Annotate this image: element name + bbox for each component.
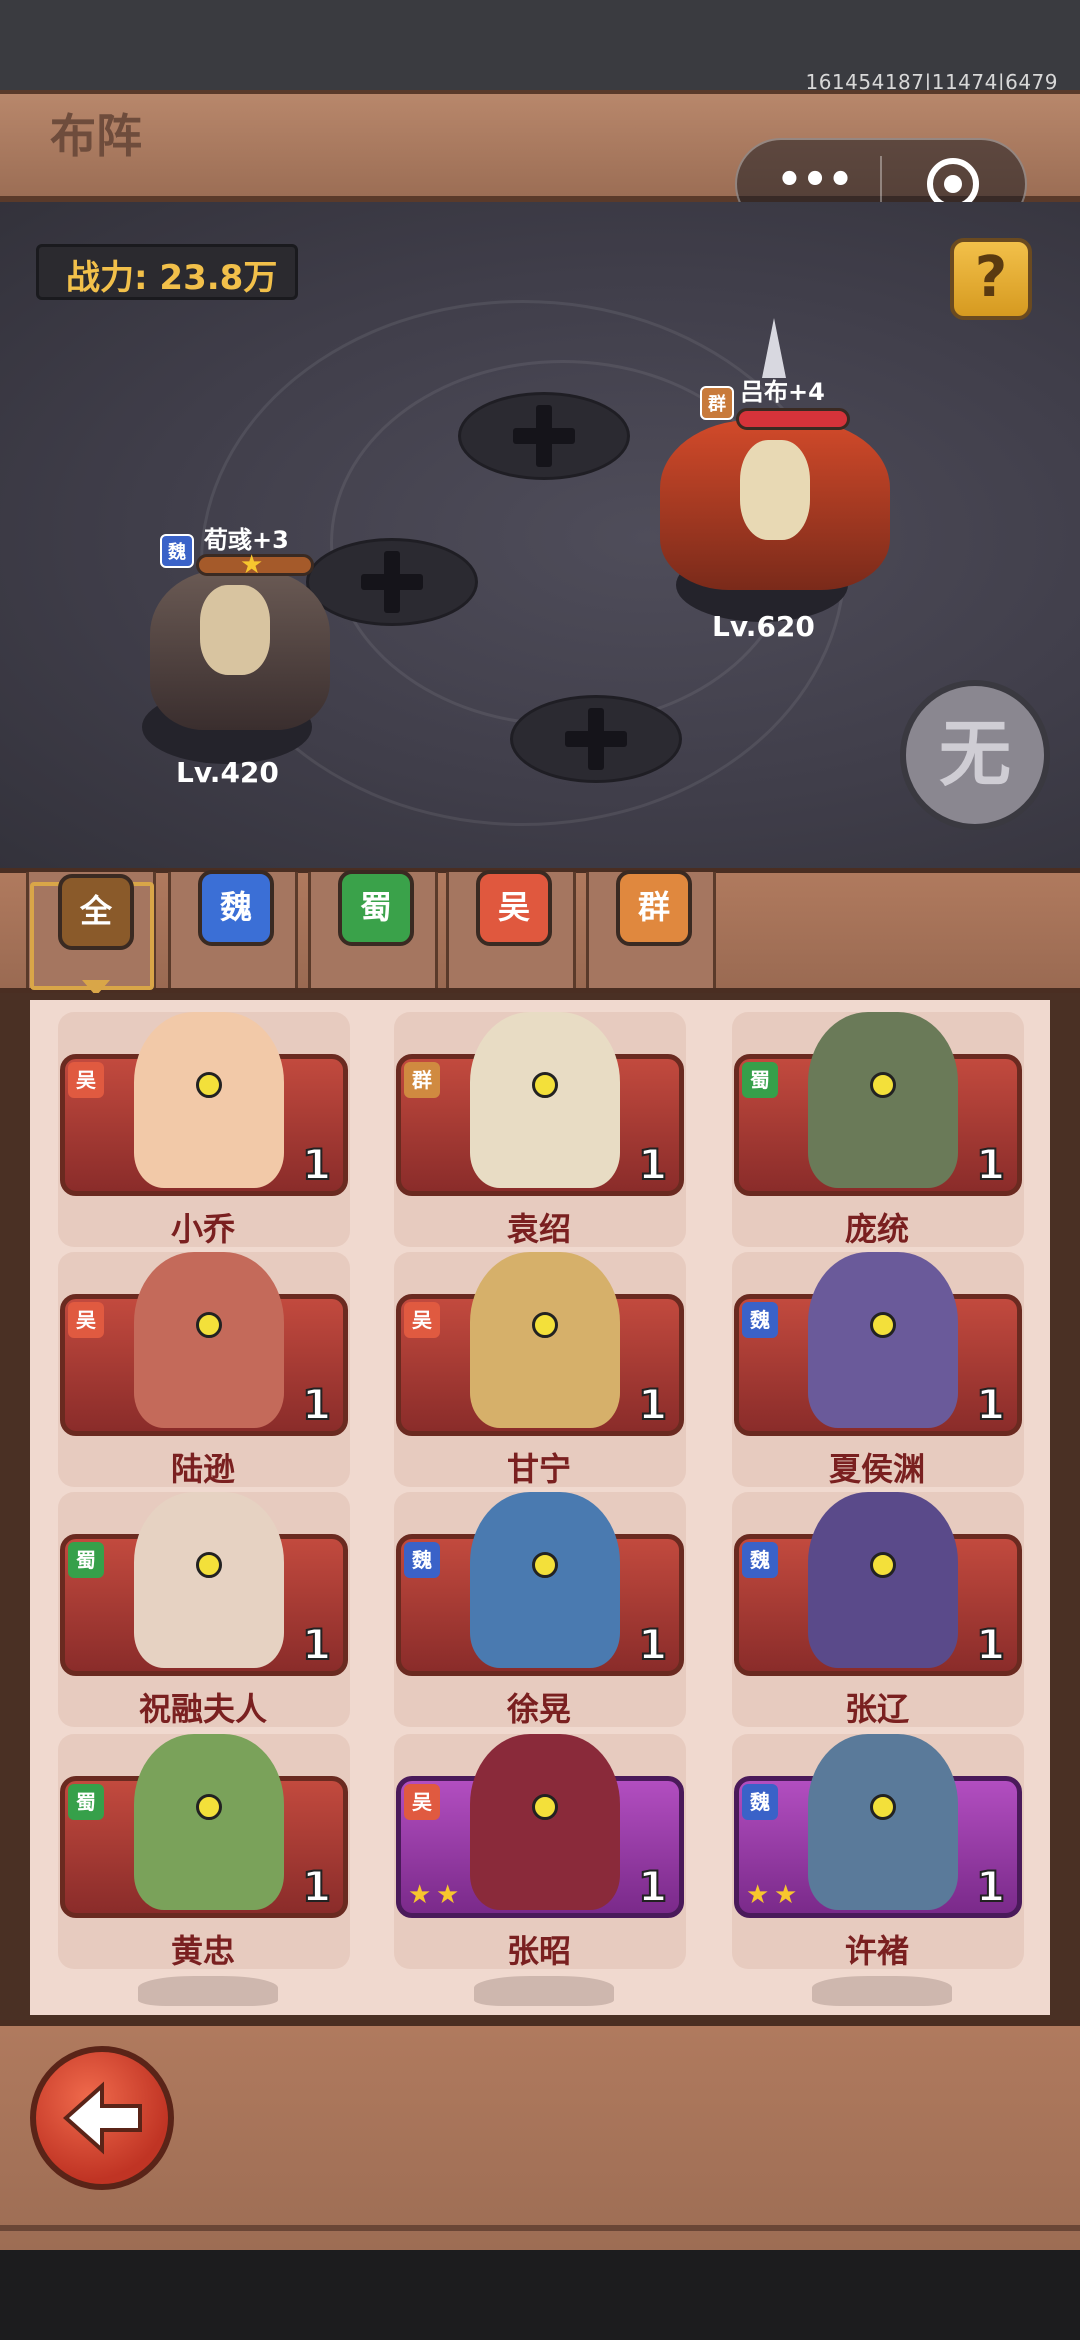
hero-eye-icon <box>870 1072 896 1098</box>
hero-card-partial <box>138 1976 278 2006</box>
formation-skill-button[interactable]: 无 <box>900 680 1050 830</box>
hero-eye-icon <box>532 1072 558 1098</box>
hero-portrait <box>470 1012 620 1188</box>
spear-tip-icon <box>762 318 786 378</box>
hero-xunyu-face <box>200 585 270 675</box>
hero-portrait <box>134 1252 284 1428</box>
card-faction-badge: 魏 <box>742 1784 778 1820</box>
hero-eye-icon <box>532 1552 558 1578</box>
hero-eye-icon <box>196 1072 222 1098</box>
tab-all[interactable]: 全 <box>58 874 134 950</box>
page-title: 布阵 <box>50 109 142 163</box>
system-nav-area <box>0 2250 1080 2340</box>
hero-portrait <box>470 1492 620 1668</box>
hero-eye-icon <box>196 1794 222 1820</box>
tab-qun[interactable]: 群 <box>616 870 692 946</box>
card-count: 1 <box>637 1379 668 1430</box>
hero-portrait <box>134 1012 284 1188</box>
card-hero-name: 庞统 <box>844 1210 909 1248</box>
tab-wei[interactable]: 魏 <box>198 870 274 946</box>
card-faction-badge: 魏 <box>742 1302 778 1338</box>
hero-eye-icon <box>532 1794 558 1820</box>
star-icon: ★ <box>240 550 264 580</box>
card-faction-badge: 魏 <box>742 1542 778 1578</box>
hero-level: Lv.420 <box>176 756 279 789</box>
card-faction-badge: 吴 <box>404 1302 440 1338</box>
tab-shu[interactable]: 蜀 <box>338 870 414 946</box>
card-count: 1 <box>975 1139 1006 1190</box>
card-faction-badge: 蜀 <box>68 1784 104 1820</box>
bottom-divider <box>0 2225 1080 2231</box>
card-hero-name: 袁绍 <box>506 1210 571 1248</box>
hero-portrait <box>134 1492 284 1668</box>
card-hero-name: 徐晃 <box>506 1690 571 1728</box>
hero-eye-icon <box>870 1552 896 1578</box>
hero-portrait <box>808 1492 958 1668</box>
formation-slot-empty[interactable] <box>458 392 630 480</box>
hero-faction-badge: 群 <box>700 386 734 420</box>
hero-lubu-face <box>740 440 810 540</box>
hero-portrait <box>134 1734 284 1910</box>
card-hero-name: 夏侯渊 <box>828 1450 925 1488</box>
formation-slot-empty[interactable] <box>306 538 478 626</box>
back-button[interactable] <box>30 2046 174 2190</box>
card-hero-name: 甘宁 <box>506 1450 571 1488</box>
card-count: 1 <box>637 1861 668 1912</box>
card-count: 1 <box>301 1619 332 1670</box>
formation-slot-empty[interactable] <box>510 695 682 783</box>
card-faction-badge: 群 <box>404 1062 440 1098</box>
hero-eye-icon <box>532 1312 558 1338</box>
star-icon: ★ <box>436 1880 460 1910</box>
hero-level: Lv.620 <box>712 610 815 643</box>
card-hero-name: 黄忠 <box>170 1932 235 1970</box>
hero-portrait <box>808 1252 958 1428</box>
help-button[interactable]: ? <box>950 238 1032 320</box>
card-count: 1 <box>637 1619 668 1670</box>
card-faction-badge: 魏 <box>404 1542 440 1578</box>
hero-eye-icon <box>870 1794 896 1820</box>
hero-faction-badge: 魏 <box>160 534 194 568</box>
card-hero-name: 小乔 <box>170 1210 235 1248</box>
card-count: 1 <box>637 1139 668 1190</box>
hero-card-partial <box>812 1976 952 2006</box>
card-faction-badge: 吴 <box>404 1784 440 1820</box>
card-hero-name: 张辽 <box>844 1690 909 1728</box>
hero-name: 吕布+4 <box>740 378 825 406</box>
hero-portrait <box>808 1734 958 1910</box>
tab-wu[interactable]: 吴 <box>476 870 552 946</box>
combat-power: 战力: 23.8万 <box>66 258 278 298</box>
card-hero-name: 陆逊 <box>170 1450 235 1488</box>
hero-hp-bar <box>736 408 850 430</box>
hero-portrait <box>470 1252 620 1428</box>
card-count: 1 <box>975 1379 1006 1430</box>
card-count: 1 <box>301 1379 332 1430</box>
card-hero-name: 张昭 <box>506 1932 571 1970</box>
card-faction-badge: 吴 <box>68 1302 104 1338</box>
star-icon: ★ <box>408 1880 432 1910</box>
card-faction-badge: 蜀 <box>742 1062 778 1098</box>
hero-portrait <box>470 1734 620 1910</box>
card-hero-name: 祝融夫人 <box>138 1690 267 1728</box>
card-hero-name: 许褚 <box>844 1932 909 1970</box>
card-faction-badge: 吴 <box>68 1062 104 1098</box>
hero-eye-icon <box>870 1312 896 1338</box>
card-count: 1 <box>975 1619 1006 1670</box>
back-arrow-icon <box>62 2081 142 2155</box>
card-count: 1 <box>975 1861 1006 1912</box>
card-count: 1 <box>301 1139 332 1190</box>
hero-portrait <box>808 1012 958 1188</box>
hero-eye-icon <box>196 1552 222 1578</box>
card-faction-badge: 蜀 <box>68 1542 104 1578</box>
star-icon: ★ <box>774 1880 798 1910</box>
hero-card-partial <box>474 1976 614 2006</box>
star-icon: ★ <box>746 1880 770 1910</box>
card-count: 1 <box>301 1861 332 1912</box>
hero-eye-icon <box>196 1312 222 1338</box>
